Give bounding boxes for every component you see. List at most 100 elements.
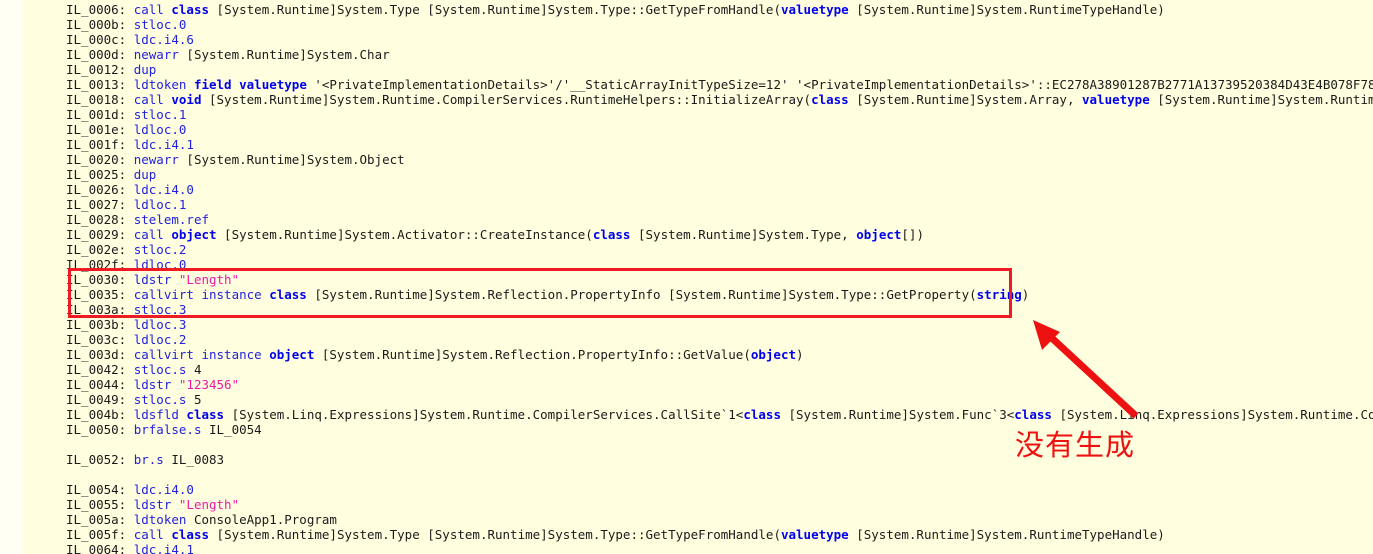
il-opcode: ldloc.1 bbox=[133, 197, 187, 212]
il-keyword: class bbox=[269, 287, 307, 302]
il-operand: [System.Linq.Expressions]System.Runtime.… bbox=[224, 407, 744, 422]
il-offset-label: IL_0013: bbox=[66, 77, 134, 92]
il-opcode: call bbox=[133, 227, 172, 242]
il-opcode: callvirt instance bbox=[133, 287, 270, 302]
il-offset-label: IL_0006: bbox=[66, 2, 134, 17]
code-line: IL_0026: ldc.i4.0 bbox=[66, 182, 1373, 197]
annotation-note-text: 没有生成 bbox=[1015, 428, 1136, 462]
il-operand: [System.Runtime]System.Runtime.CompilerS… bbox=[201, 92, 812, 107]
il-operand: IL_0083 bbox=[171, 452, 225, 467]
il-offset-label: IL_0028: bbox=[66, 212, 134, 227]
il-keyword: field bbox=[193, 77, 232, 92]
il-keyword: object bbox=[171, 227, 217, 242]
code-line: IL_0049: stloc.s 5 bbox=[66, 392, 1373, 407]
il-offset-label: IL_0050: bbox=[66, 422, 134, 437]
il-opcode: ldstr bbox=[133, 377, 179, 392]
il-operand: [System.Runtime]System.Activator::Create… bbox=[216, 227, 593, 242]
il-operand: [System.Runtime]System.Reflection.Proper… bbox=[306, 287, 977, 302]
code-line: IL_003b: ldloc.3 bbox=[66, 317, 1373, 332]
il-offset-label: IL_003c: bbox=[66, 332, 134, 347]
il-opcode: ldloc.3 bbox=[133, 317, 187, 332]
il-opcode: ldstr bbox=[133, 272, 179, 287]
il-operand: [System.Runtime]System.RuntimeFieldHandl… bbox=[1157, 92, 1373, 107]
code-line: IL_003c: ldloc.2 bbox=[66, 332, 1373, 347]
il-operand: [System.Runtime]System.Array, bbox=[848, 92, 1082, 107]
code-listing[interactable]: IL_0006: call class [System.Runtime]Syst… bbox=[66, 0, 1373, 554]
il-keyword: class bbox=[171, 2, 210, 17]
il-string-literal: "123456" bbox=[178, 377, 240, 392]
il-offset-label: IL_0054: bbox=[66, 482, 134, 497]
il-keyword: void bbox=[171, 92, 202, 107]
il-keyword: class bbox=[1014, 407, 1052, 422]
il-operand: ) bbox=[1021, 287, 1030, 302]
il-opcode: stloc.1 bbox=[133, 107, 187, 122]
code-line: IL_005a: ldtoken ConsoleApp1.Program bbox=[66, 512, 1373, 527]
il-keyword: object bbox=[750, 347, 797, 362]
code-line: IL_0042: stloc.s 4 bbox=[66, 362, 1373, 377]
il-keyword: object bbox=[269, 347, 315, 362]
code-line: IL_000d: newarr [System.Runtime]System.C… bbox=[66, 47, 1373, 62]
code-line: IL_000b: stloc.0 bbox=[66, 17, 1373, 32]
il-offset-label: IL_0025: bbox=[66, 167, 134, 182]
code-line: IL_0018: call void [System.Runtime]Syste… bbox=[66, 92, 1373, 107]
il-opcode: ldstr bbox=[133, 497, 179, 512]
il-string-literal: "Length" bbox=[178, 497, 240, 512]
il-operand: '<PrivateImplementationDetails>'/'__Stat… bbox=[306, 77, 1373, 92]
il-offset-label: IL_003d: bbox=[66, 347, 134, 362]
il-keyword: valuetype bbox=[780, 527, 849, 542]
il-operand: [System.Runtime]System.Type, bbox=[630, 227, 857, 242]
il-keyword: valuetype bbox=[780, 2, 849, 17]
il-opcode: ldc.i4.0 bbox=[133, 182, 194, 197]
code-line: IL_0013: ldtoken field valuetype '<Priva… bbox=[66, 77, 1373, 92]
code-line: IL_0012: dup bbox=[66, 62, 1373, 77]
code-line: IL_005f: call class [System.Runtime]Syst… bbox=[66, 527, 1373, 542]
il-offset-label: IL_003b: bbox=[66, 317, 134, 332]
il-offset-label: IL_001e: bbox=[66, 122, 134, 137]
il-offset-label: IL_0027: bbox=[66, 197, 134, 212]
il-offset-label: IL_0055: bbox=[66, 497, 134, 512]
code-line: IL_0035: callvirt instance class [System… bbox=[66, 287, 1373, 302]
il-offset-label: IL_004b: bbox=[66, 407, 134, 422]
code-line: IL_0055: ldstr "Length" bbox=[66, 497, 1373, 512]
il-opcode: dup bbox=[133, 62, 157, 77]
il-opcode: brfalse.s bbox=[133, 422, 209, 437]
il-offset-label: IL_0029: bbox=[66, 227, 134, 242]
code-line: IL_002e: stloc.2 bbox=[66, 242, 1373, 257]
il-opcode: ldc.i4.1 bbox=[133, 542, 194, 554]
code-line: IL_0025: dup bbox=[66, 167, 1373, 182]
code-line: IL_0052: br.s IL_0083 bbox=[66, 452, 1373, 467]
code-line: IL_000c: ldc.i4.6 bbox=[66, 32, 1373, 47]
il-opcode: stloc.3 bbox=[133, 302, 187, 317]
il-opcode: stloc.0 bbox=[133, 17, 187, 32]
il-string-literal: "Length" bbox=[178, 272, 240, 287]
il-operand: [System.Runtime]System.Object bbox=[186, 152, 405, 167]
il-opcode: stloc.s bbox=[133, 392, 194, 407]
il-opcode: call bbox=[133, 2, 172, 17]
code-line: IL_004b: ldsfld class [System.Linq.Expre… bbox=[66, 407, 1373, 422]
il-keyword: class bbox=[811, 92, 849, 107]
il-operand: [System.Runtime]System.Char bbox=[186, 47, 390, 62]
il-offset-label: IL_001f: bbox=[66, 137, 134, 152]
il-opcode: newarr bbox=[133, 47, 187, 62]
il-keyword: string bbox=[976, 287, 1022, 302]
il-offset-label: IL_000c: bbox=[66, 32, 134, 47]
il-opcode: ldc.i4.6 bbox=[133, 32, 194, 47]
il-operand: IL_0054 bbox=[209, 422, 262, 437]
il-offset-label: IL_001d: bbox=[66, 107, 134, 122]
il-operand: [System.Runtime]System.RuntimeTypeHandle… bbox=[848, 527, 1165, 542]
il-opcode: ldloc.0 bbox=[133, 257, 187, 272]
il-operand bbox=[232, 77, 240, 92]
code-line: IL_001f: ldc.i4.1 bbox=[66, 137, 1373, 152]
il-opcode: ldloc.0 bbox=[133, 122, 187, 137]
il-opcode: dup bbox=[133, 167, 157, 182]
code-line: IL_0030: ldstr "Length" bbox=[66, 272, 1373, 287]
il-keyword: class bbox=[186, 407, 225, 422]
il-offset-label: IL_0052: bbox=[66, 452, 134, 467]
il-offset-label: IL_0012: bbox=[66, 62, 134, 77]
il-offset-label: IL_0035: bbox=[66, 287, 134, 302]
il-opcode: ldtoken bbox=[133, 512, 194, 527]
il-keyword: class bbox=[743, 407, 781, 422]
il-opcode: newarr bbox=[133, 152, 187, 167]
